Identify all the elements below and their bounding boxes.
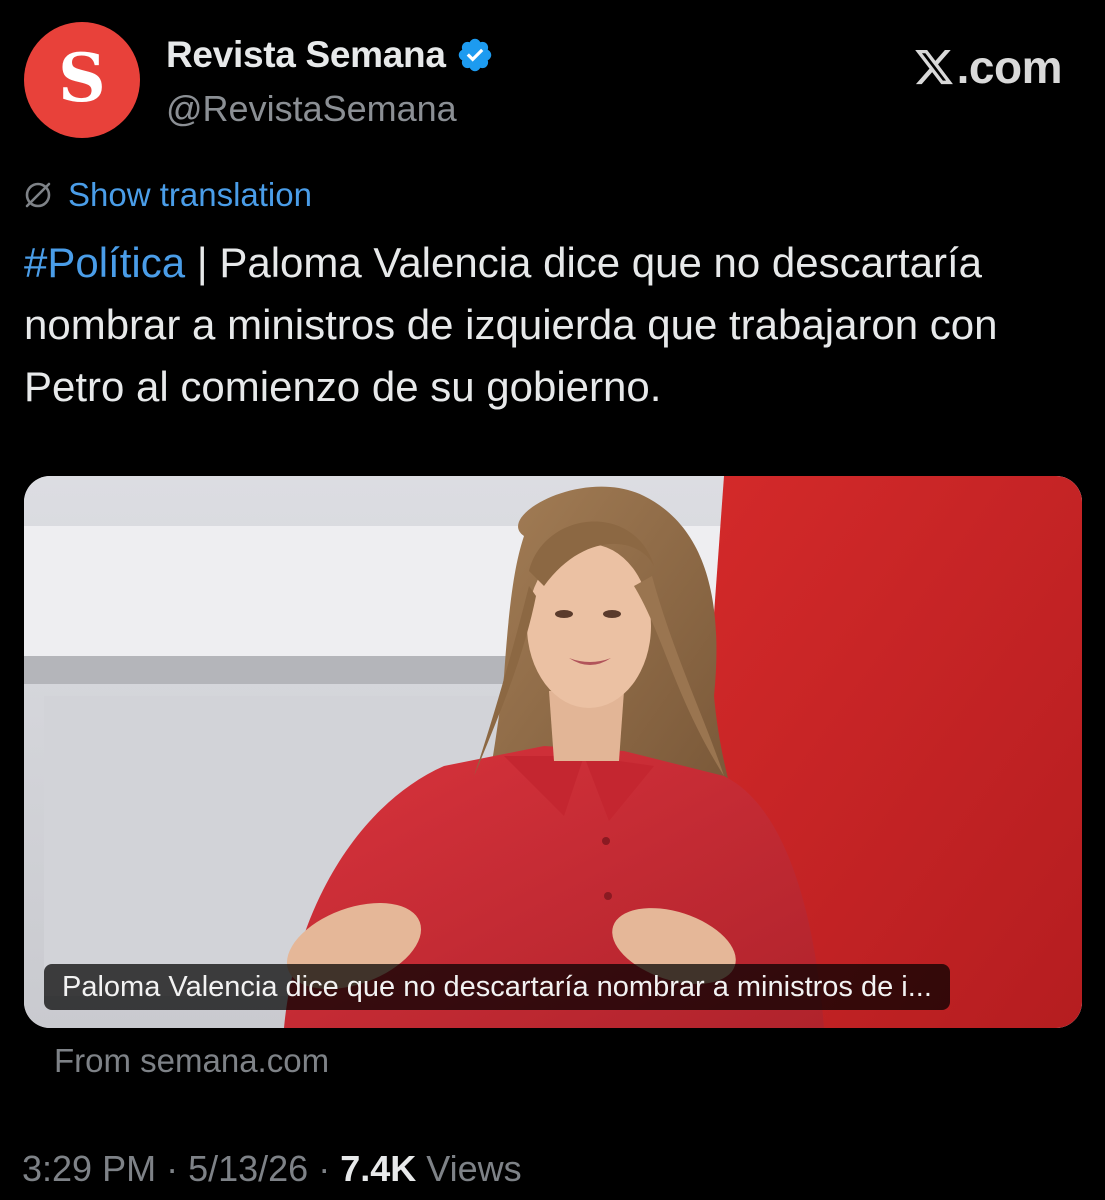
- globe-off-icon: [25, 182, 51, 208]
- handle[interactable]: @RevistaSemana: [166, 88, 457, 130]
- meta-separator: ·: [166, 1148, 179, 1189]
- x-logo-icon: [914, 49, 953, 85]
- card-source[interactable]: From semana.com: [54, 1042, 329, 1080]
- hashtag-link[interactable]: #Política: [24, 239, 185, 286]
- source-brand: .com: [913, 40, 1063, 94]
- meta-separator: ·: [318, 1148, 331, 1189]
- verified-badge-icon: [458, 38, 491, 72]
- tweet-meta: 3:29 PM · 5/13/26 · 7.4K Views: [22, 1148, 522, 1190]
- article-photo: [24, 476, 1082, 1028]
- tweet-separator: |: [185, 239, 220, 286]
- views-label: Views: [426, 1148, 522, 1189]
- avatar-letter: S: [58, 39, 106, 117]
- tweet-time[interactable]: 3:29 PM: [22, 1148, 156, 1190]
- views-count: 7.4K: [340, 1148, 417, 1189]
- source-brand-label: .com: [956, 41, 1063, 93]
- tweet-header: S Revista Semana @RevistaSemana .com: [22, 20, 1082, 140]
- link-card[interactable]: Paloma Valencia dice que no descartaría …: [24, 476, 1082, 1028]
- tweet-date[interactable]: 5/13/26: [188, 1148, 308, 1190]
- show-translation-button[interactable]: Show translation: [22, 176, 312, 214]
- show-translation-label[interactable]: Show translation: [68, 176, 312, 214]
- card-caption: Paloma Valencia dice que no descartaría …: [44, 964, 950, 1010]
- display-name[interactable]: Revista Semana: [166, 34, 446, 76]
- tweet-text: #Política | Paloma Valencia dice que no …: [24, 232, 1094, 418]
- avatar[interactable]: S: [24, 22, 140, 138]
- name-row: Revista Semana: [166, 34, 494, 76]
